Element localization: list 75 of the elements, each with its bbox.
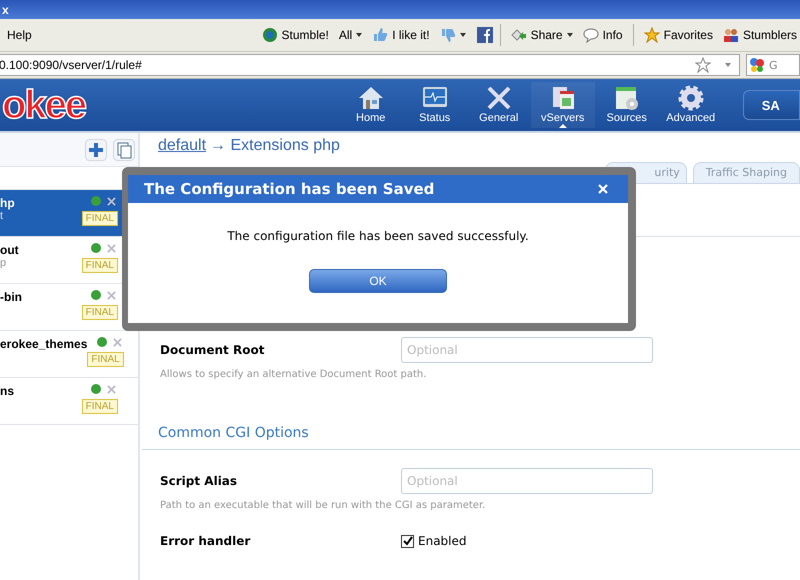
field-help: Allows to specify an alternative Document Root path. (160, 369, 428, 380)
toolbar-button[interactable]: Stumble! (258, 27, 332, 43)
pointer-icon (558, 124, 567, 128)
toolbar-button[interactable]: Info (580, 27, 626, 43)
house-icon (356, 84, 385, 112)
search-field[interactable]: G (746, 54, 800, 76)
field-label: Error handler (160, 534, 252, 548)
delete-icon[interactable] (107, 196, 116, 206)
rule-name: out (0, 243, 19, 257)
status-dot (91, 290, 101, 300)
breadcrumb-title: → Extensions php (210, 137, 340, 155)
search-engine-icon (749, 57, 765, 73)
input-field[interactable]: Optional (401, 337, 653, 363)
final-badge: FINAL (82, 258, 118, 273)
plus-icon[interactable] (85, 138, 107, 160)
delete-icon[interactable] (107, 290, 116, 300)
thumbs-up-icon (372, 27, 388, 43)
share-icon (510, 27, 527, 43)
delete-icon[interactable] (112, 338, 122, 346)
breadcrumb-link[interactable]: default (158, 137, 206, 155)
logo-text: okee (2, 82, 87, 128)
rule-name: erokee_themes (0, 337, 88, 351)
toolbar-button[interactable]: All (336, 28, 366, 42)
rule-name: -bin (0, 290, 22, 304)
status-dot (91, 384, 101, 394)
toolbar-button[interactable]: Favorites (640, 27, 716, 43)
rule-name: ns (0, 384, 14, 398)
toolbar-button[interactable]: Share (508, 27, 576, 43)
rule-subtitle: p (0, 257, 8, 269)
close-icon[interactable] (598, 184, 608, 194)
menu-item[interactable]: Help (7, 28, 201, 42)
caret-icon[interactable] (725, 63, 731, 67)
field-help: Path to an executable that will be run with the CGI as parameter. (160, 500, 486, 511)
nav-button[interactable]: Home (338, 82, 403, 128)
star-icon (644, 27, 660, 43)
field-label: Script Alias (160, 474, 238, 488)
rule-item[interactable]: ns FINAL (0, 378, 138, 425)
status-dot (91, 196, 101, 206)
toolbar-button[interactable]: I like it! (369, 27, 433, 43)
speech-bubble-icon (582, 27, 599, 43)
checkbox-label: Enabled (418, 534, 466, 548)
copy-icon[interactable] (113, 138, 135, 160)
nav-button[interactable]: vServers (530, 82, 595, 128)
final-badge: FINAL (82, 211, 118, 226)
gear-icon (676, 84, 705, 112)
delete-icon[interactable] (107, 244, 116, 252)
final-badge: FINAL (82, 305, 118, 320)
final-badge: FINAL (87, 352, 124, 367)
people-icon (722, 27, 739, 43)
final-badge: FINAL (82, 399, 118, 414)
rule-name: hp (0, 196, 15, 210)
save-button[interactable]: SA (742, 90, 800, 120)
stumble-logo-icon (262, 27, 278, 43)
window-title: x (2, 2, 9, 16)
dialog-message: The configuration file has been saved successfuly. (227, 229, 529, 243)
section-heading: Common CGI Options (158, 424, 310, 443)
rule-item[interactable]: erokee_themes FINAL (0, 331, 138, 378)
field-label: Document Root (160, 343, 266, 357)
nav-button[interactable]: General (466, 82, 531, 128)
input-field[interactable]: Optional (401, 468, 653, 494)
status-dot (96, 337, 107, 347)
thumbs-down-icon (440, 27, 456, 43)
ok-button[interactable]: OK (309, 269, 447, 293)
tools-icon (484, 84, 513, 112)
status-dot (91, 243, 101, 253)
toolbar-button[interactable]: Stumblers (720, 27, 800, 43)
facebook-icon[interactable] (476, 27, 493, 43)
nav-button[interactable]: Status (402, 82, 467, 128)
dialog-title: The Configuration has been Saved (144, 180, 434, 198)
checkbox[interactable] (401, 534, 414, 548)
nav-button[interactable]: Advanced (658, 82, 723, 128)
bookmark-star-icon[interactable] (695, 57, 711, 73)
rule-subtitle: t (0, 210, 4, 222)
nav-button[interactable]: Sources (594, 82, 659, 128)
delete-icon[interactable] (107, 384, 116, 394)
